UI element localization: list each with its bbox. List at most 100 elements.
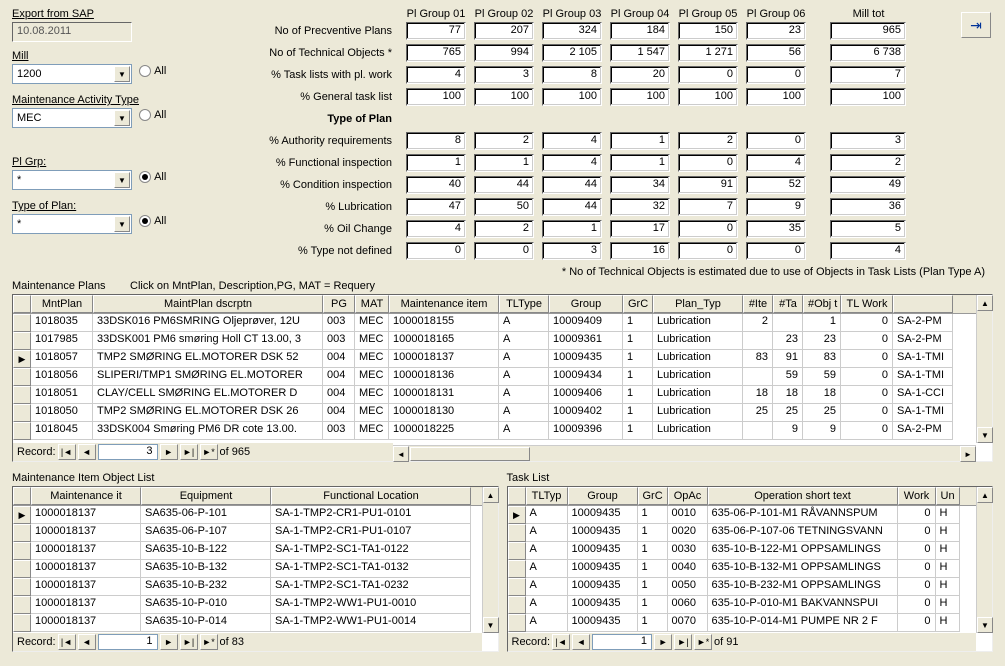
row-selector[interactable]	[13, 332, 31, 350]
scroll-right-icon[interactable]: ►	[960, 446, 976, 462]
table-row[interactable]: 101803533DSK016 PM6SMRING Oljeprøver, 12…	[13, 314, 992, 332]
scrollbar-vertical[interactable]: ▲ ▼	[976, 295, 992, 443]
table-row[interactable]: 101804533DSK004 Smøring PM6 DR cote 13.0…	[13, 422, 992, 440]
table-row[interactable]: 1000018137SA635-10-P-014SA-1-TMP2-WW1-PU…	[13, 614, 498, 632]
plgrp-combo[interactable]: * ▼	[12, 170, 132, 190]
plans-grid[interactable]: MntPlanMaintPlan dscrptnPGMATMaintenance…	[12, 294, 993, 462]
row-selector[interactable]	[13, 614, 31, 632]
row-selector-header[interactable]	[13, 295, 31, 313]
row-selector-header[interactable]	[13, 487, 31, 505]
tasklist-grid[interactable]: TLTypGroupGrCOpAcOperation short textWor…	[507, 486, 994, 652]
table-row[interactable]: 1000018137SA635-10-P-010SA-1-TMP2-WW1-PU…	[13, 596, 498, 614]
nav-last[interactable]: ►|	[180, 444, 198, 460]
row-selector[interactable]	[13, 404, 31, 422]
nav-prev[interactable]: ◄	[78, 634, 96, 650]
plantype-combo[interactable]: * ▼	[12, 214, 132, 234]
row-selector[interactable]	[13, 596, 31, 614]
table-row[interactable]: 1000018137SA635-06-P-107SA-1-TMP2-CR1-PU…	[13, 524, 498, 542]
column-header[interactable]: TLTyp	[526, 487, 568, 505]
plantype-all-radio[interactable]: All	[139, 215, 166, 227]
row-selector[interactable]	[508, 524, 526, 542]
exit-button[interactable]: ⇥	[961, 12, 991, 38]
table-row[interactable]: 1018050TMP2 SMØRING EL.MOTORER DSK 26004…	[13, 404, 992, 422]
row-selector[interactable]	[508, 542, 526, 560]
table-row[interactable]: 1000018137SA635-10-B-132SA-1-TMP2-SC1-TA…	[13, 560, 498, 578]
table-row[interactable]: A1000943510030635-10-B-122-M1 OPPSAMLING…	[508, 542, 993, 560]
column-header[interactable]: OpAc	[668, 487, 708, 505]
row-selector[interactable]	[13, 524, 31, 542]
scroll-down-icon[interactable]: ▼	[977, 427, 993, 443]
nav-next[interactable]: ►	[160, 444, 178, 460]
column-header[interactable]: Maintenance it	[31, 487, 141, 505]
column-header[interactable]: TL Work	[841, 295, 893, 313]
row-selector[interactable]: ▶	[508, 506, 526, 524]
chevron-down-icon[interactable]: ▼	[114, 66, 130, 82]
row-selector[interactable]	[13, 578, 31, 596]
scroll-up-icon[interactable]: ▲	[977, 487, 993, 503]
nav-new[interactable]: ►*	[200, 444, 218, 460]
nav-next[interactable]: ►	[160, 634, 178, 650]
row-selector[interactable]	[13, 560, 31, 578]
column-header[interactable]: GrC	[638, 487, 668, 505]
nav-first[interactable]: |◄	[552, 634, 570, 650]
column-header[interactable]: MaintPlan dscrptn	[93, 295, 323, 313]
column-header[interactable]: Equipment	[141, 487, 271, 505]
plgrp-all-radio[interactable]: All	[139, 171, 166, 183]
column-header[interactable]: Maintenance item	[389, 295, 499, 313]
row-selector[interactable]: ▶	[13, 350, 31, 368]
column-header[interactable]: GrC	[623, 295, 653, 313]
mill-all-radio[interactable]: All	[139, 65, 166, 77]
scroll-up-icon[interactable]: ▲	[977, 295, 993, 311]
table-row[interactable]: 1000018137SA635-10-B-122SA-1-TMP2-SC1-TA…	[13, 542, 498, 560]
column-header[interactable]: Functional Location	[271, 487, 471, 505]
column-header[interactable]: MAT	[355, 295, 389, 313]
column-header[interactable]: #Obj t	[803, 295, 841, 313]
table-row[interactable]: ▶1018057TMP2 SMØRING EL.MOTORER DSK 5200…	[13, 350, 992, 368]
record-position[interactable]: 1	[592, 634, 652, 650]
scroll-thumb[interactable]	[410, 447, 530, 461]
column-header[interactable]: Un	[936, 487, 960, 505]
column-header[interactable]: PG	[323, 295, 355, 313]
row-selector[interactable]	[508, 578, 526, 596]
table-row[interactable]: 1018051CLAY/CELL SMØRING EL.MOTORER D004…	[13, 386, 992, 404]
nav-next[interactable]: ►	[654, 634, 672, 650]
table-row[interactable]: A1000943510050635-10-B-232-M1 OPPSAMLING…	[508, 578, 993, 596]
row-selector[interactable]	[13, 386, 31, 404]
objlist-grid[interactable]: Maintenance itEquipmentFunctional Locati…	[12, 486, 499, 652]
scroll-down-icon[interactable]: ▼	[483, 617, 499, 633]
table-row[interactable]: A1000943510070635-10-P-014-M1 PUMPE NR 2…	[508, 614, 993, 632]
nav-first[interactable]: |◄	[58, 444, 76, 460]
chevron-down-icon[interactable]: ▼	[114, 110, 130, 126]
column-header[interactable]: #Ite	[743, 295, 773, 313]
mat-combo[interactable]: MEC ▼	[12, 108, 132, 128]
nav-prev[interactable]: ◄	[572, 634, 590, 650]
mat-all-radio[interactable]: All	[139, 109, 166, 121]
row-selector[interactable]	[13, 422, 31, 440]
column-header[interactable]: TLType	[499, 295, 549, 313]
column-header[interactable]: Group	[549, 295, 623, 313]
row-selector[interactable]	[13, 368, 31, 386]
column-header[interactable]	[893, 295, 953, 313]
table-row[interactable]: 1000018137SA635-10-B-232SA-1-TMP2-SC1-TA…	[13, 578, 498, 596]
nav-last[interactable]: ►|	[674, 634, 692, 650]
scroll-down-icon[interactable]: ▼	[977, 617, 993, 633]
table-row[interactable]: ▶A1000943510010635-06-P-101-M1 RÅVANNSPU…	[508, 506, 993, 524]
table-row[interactable]: 101798533DSK001 PM6 smøring Holl CT 13.0…	[13, 332, 992, 350]
row-selector[interactable]	[508, 596, 526, 614]
column-header[interactable]: #Ta	[773, 295, 803, 313]
scrollbar-vertical[interactable]: ▲ ▼	[482, 487, 498, 633]
mill-combo[interactable]: 1200 ▼	[12, 64, 132, 84]
column-header[interactable]: Work	[898, 487, 936, 505]
row-selector[interactable]	[13, 314, 31, 332]
row-selector-header[interactable]	[508, 487, 526, 505]
nav-first[interactable]: |◄	[58, 634, 76, 650]
scroll-left-icon[interactable]: ◄	[393, 446, 409, 462]
column-header[interactable]: MntPlan	[31, 295, 93, 313]
nav-new[interactable]: ►*	[694, 634, 712, 650]
row-selector[interactable]: ▶	[13, 506, 31, 524]
table-row[interactable]: A1000943510060635-10-P-010-M1 BAKVANNSPU…	[508, 596, 993, 614]
scrollbar-vertical[interactable]: ▲ ▼	[976, 487, 992, 633]
table-row[interactable]: A1000943510020635-06-P-107-06 TETNINGSVA…	[508, 524, 993, 542]
nav-prev[interactable]: ◄	[78, 444, 96, 460]
row-selector[interactable]	[508, 560, 526, 578]
